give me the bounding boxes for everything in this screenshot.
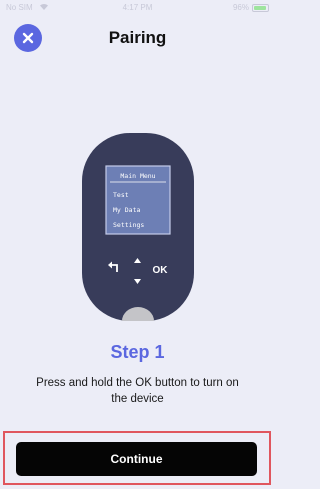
screen-menu-title: Main Menu (120, 172, 155, 180)
device-illustration: Main Menu Test My Data Settings OK (82, 133, 194, 326)
step-description: Press and hold the OK button to turn on … (36, 377, 239, 405)
battery-percentage: 96% (232, 3, 249, 12)
status-bar: No SIM 4:17 PM 96% (0, 0, 275, 16)
screen-menu-item: My Data (113, 206, 140, 214)
step-title: Step 1 (110, 342, 165, 362)
screen-menu-item: Test (113, 191, 129, 199)
ok-button-label[interactable]: OK (153, 265, 169, 276)
continue-button[interactable]: Continue (16, 442, 257, 476)
page-title: Pairing (108, 28, 167, 47)
battery-icon (252, 4, 269, 12)
glucose-meter-graphic: Main Menu Test My Data Settings OK (82, 133, 194, 321)
battery-fill (254, 6, 267, 10)
screen-menu-item: Settings (113, 221, 144, 229)
